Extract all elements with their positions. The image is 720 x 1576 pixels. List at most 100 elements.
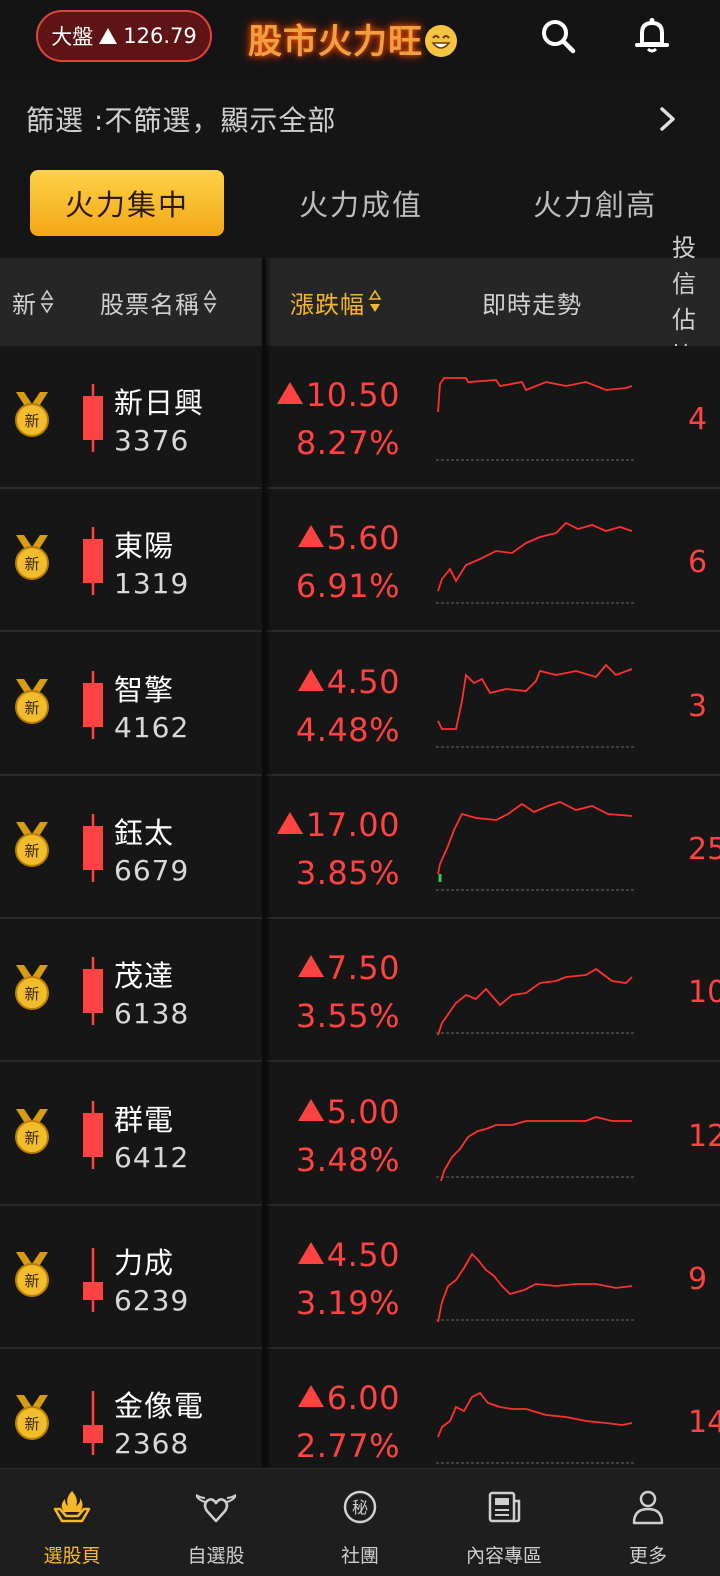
intraday-sparkline	[436, 1252, 636, 1323]
table-row[interactable]: 新 群電 6412 5.00 3.48% 12	[0, 1063, 720, 1206]
up-triangle-icon	[276, 812, 303, 834]
nav-stock-picker[interactable]: 選股頁	[0, 1469, 144, 1576]
filter-row[interactable]: 篩選 :不篩選，顯示全部	[0, 84, 720, 154]
tab-fire-concentration[interactable]: 火力集中	[30, 170, 224, 236]
table-row[interactable]: 新 茂達 6138 7.50 3.55% 10	[0, 919, 720, 1062]
percent-change: 6.91%	[295, 567, 400, 605]
search-icon[interactable]	[538, 16, 578, 56]
col-change[interactable]: 漲跌幅	[290, 258, 382, 346]
up-triangle-icon	[297, 1099, 324, 1121]
svg-text:新: 新	[24, 1129, 39, 1147]
new-medal-icon: 新	[15, 822, 49, 867]
table-header: 新 股票名稱 漲跌幅 即時走勢 投信 佔比	[0, 234, 720, 370]
stock-name: 東陽	[114, 529, 175, 563]
nav-content-zone[interactable]: 內容專區	[432, 1469, 576, 1576]
intraday-sparkline	[436, 663, 636, 748]
intraday-sparkline	[436, 377, 636, 461]
bell-icon[interactable]	[632, 16, 672, 56]
up-triangle-icon	[297, 1242, 324, 1264]
col-stock-name[interactable]: 股票名稱	[100, 258, 217, 346]
category-tabs: 火力集中 火力成值 火力創高	[0, 170, 720, 240]
stock-code: 2368	[114, 1427, 190, 1460]
candlestick-icon	[83, 957, 103, 1025]
table-row[interactable]: 新 力成 6239 4.50 3.19% 9	[0, 1206, 720, 1349]
sort-icon	[203, 289, 217, 314]
intraday-sparkline	[436, 1391, 636, 1464]
col-new[interactable]: 新	[12, 258, 54, 346]
candlestick-icon	[83, 1101, 103, 1169]
stock-code: 6679	[114, 854, 190, 887]
table-row[interactable]: 新 智擎 4162 4.50 4.48% 3	[0, 633, 720, 776]
winged-heart-icon	[196, 1493, 236, 1523]
svg-text:新: 新	[24, 842, 39, 860]
svg-text:新: 新	[24, 1272, 39, 1290]
candlestick-icon	[83, 1391, 103, 1455]
logo-text: 股市火力旺	[248, 22, 423, 62]
svg-text:新: 新	[24, 412, 39, 430]
stock-code: 6138	[114, 997, 190, 1030]
new-medal-icon: 新	[15, 392, 49, 437]
sort-desc-icon	[368, 289, 382, 312]
market-index-value: 126.79	[123, 24, 197, 48]
new-medal-icon: 新	[15, 1252, 49, 1297]
frozen-column-divider	[262, 258, 266, 1468]
table-row[interactable]: 新 新日興 3376 10.50 8.27% 4	[0, 346, 720, 489]
secret-badge-icon: 秘	[343, 1490, 377, 1524]
price-change: 4.50	[270, 1236, 400, 1274]
svg-text:秘: 秘	[352, 1498, 368, 1517]
price-change: 5.00	[270, 1093, 400, 1131]
new-medal-icon: 新	[15, 965, 49, 1010]
nav-community[interactable]: 秘 社團	[288, 1469, 432, 1576]
svg-text:新: 新	[24, 555, 39, 573]
candlestick-icon	[83, 384, 103, 452]
nav-more[interactable]: 更多	[576, 1469, 720, 1576]
up-triangle-icon	[99, 28, 118, 44]
table-row[interactable]: 新 鈺太 6679 17.00 3.85% 25	[0, 776, 720, 919]
percent-change: 8.27%	[295, 424, 400, 462]
up-triangle-icon	[297, 1385, 324, 1407]
candlestick-icon	[83, 527, 103, 595]
candlestick-icon	[83, 814, 103, 882]
tab-fire-turnover[interactable]: 火力成值	[264, 170, 458, 236]
col-trust-ratio[interactable]: 投信 佔比	[672, 234, 720, 370]
table-row[interactable]: 新 東陽 1319 5.60 6.91% 6	[0, 489, 720, 632]
trust-ratio-value: 9	[688, 1262, 708, 1297]
svg-text:新: 新	[24, 1415, 39, 1433]
trust-ratio-value: 3	[688, 689, 708, 724]
stock-code: 6239	[114, 1284, 190, 1317]
intraday-sparkline	[436, 801, 636, 891]
fire-hands-icon	[53, 1491, 91, 1523]
up-triangle-icon	[297, 525, 324, 547]
filter-text: 篩選 :不篩選，顯示全部	[26, 104, 337, 137]
stock-name: 智擎	[114, 673, 175, 707]
up-triangle-icon	[297, 955, 324, 977]
intraday-sparkline	[436, 1116, 636, 1181]
price-change: 6.00	[270, 1379, 400, 1417]
intraday-sparkline	[436, 967, 636, 1036]
stock-name: 新日興	[114, 386, 205, 420]
user-icon	[632, 1490, 664, 1525]
trust-ratio-value: 14	[688, 1405, 720, 1440]
stock-name: 鈺太	[114, 816, 175, 850]
stock-code: 3376	[114, 424, 190, 457]
tab-fire-new-high[interactable]: 火力創高	[498, 170, 692, 236]
stock-name: 金像電	[114, 1389, 205, 1423]
stock-name: 茂達	[114, 959, 175, 993]
bottom-nav: 選股頁 自選股 秘 社團 內容專區 更多	[0, 1468, 720, 1576]
price-change: 17.00	[270, 806, 400, 844]
nav-watchlist[interactable]: 自選股	[144, 1469, 288, 1576]
up-triangle-icon	[276, 382, 303, 404]
candlestick-icon	[83, 671, 103, 739]
svg-text:新: 新	[24, 699, 39, 717]
stock-name: 力成	[114, 1246, 175, 1280]
sort-icon	[40, 289, 54, 314]
new-medal-icon: 新	[15, 535, 49, 580]
col-realtime-trend: 即時走勢	[482, 290, 582, 319]
svg-text:新: 新	[24, 985, 39, 1003]
percent-change: 2.77%	[295, 1427, 400, 1465]
stock-code: 4162	[114, 711, 190, 744]
trust-ratio-value: 25	[688, 832, 720, 867]
up-triangle-icon	[297, 669, 324, 691]
percent-change: 3.19%	[295, 1284, 400, 1322]
market-index-pill[interactable]: 大盤 126.79	[36, 10, 212, 62]
